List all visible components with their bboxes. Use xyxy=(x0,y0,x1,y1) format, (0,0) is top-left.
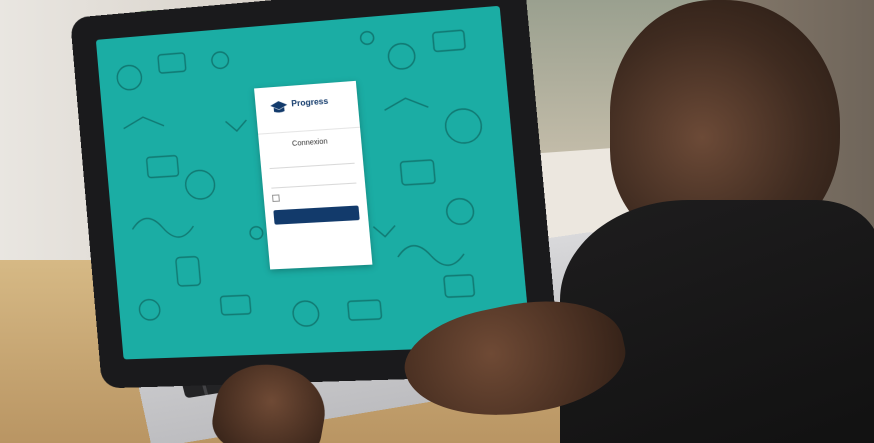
login-options xyxy=(271,190,358,203)
remember-checkbox[interactable] xyxy=(271,194,280,203)
laptop-screen: Progress Connexion xyxy=(95,5,531,360)
login-button[interactable] xyxy=(273,205,360,225)
username-field[interactable] xyxy=(268,150,355,170)
graduation-cap-icon xyxy=(269,100,288,113)
forgot-link[interactable] xyxy=(357,190,358,197)
password-field[interactable] xyxy=(270,170,357,189)
photo-scene: Progress Connexion xyxy=(0,0,874,443)
login-title: Connexion xyxy=(291,138,328,148)
login-card-header: Progress xyxy=(254,80,361,135)
login-card: Progress Connexion xyxy=(254,80,373,270)
logo-text: Progress xyxy=(290,96,329,109)
